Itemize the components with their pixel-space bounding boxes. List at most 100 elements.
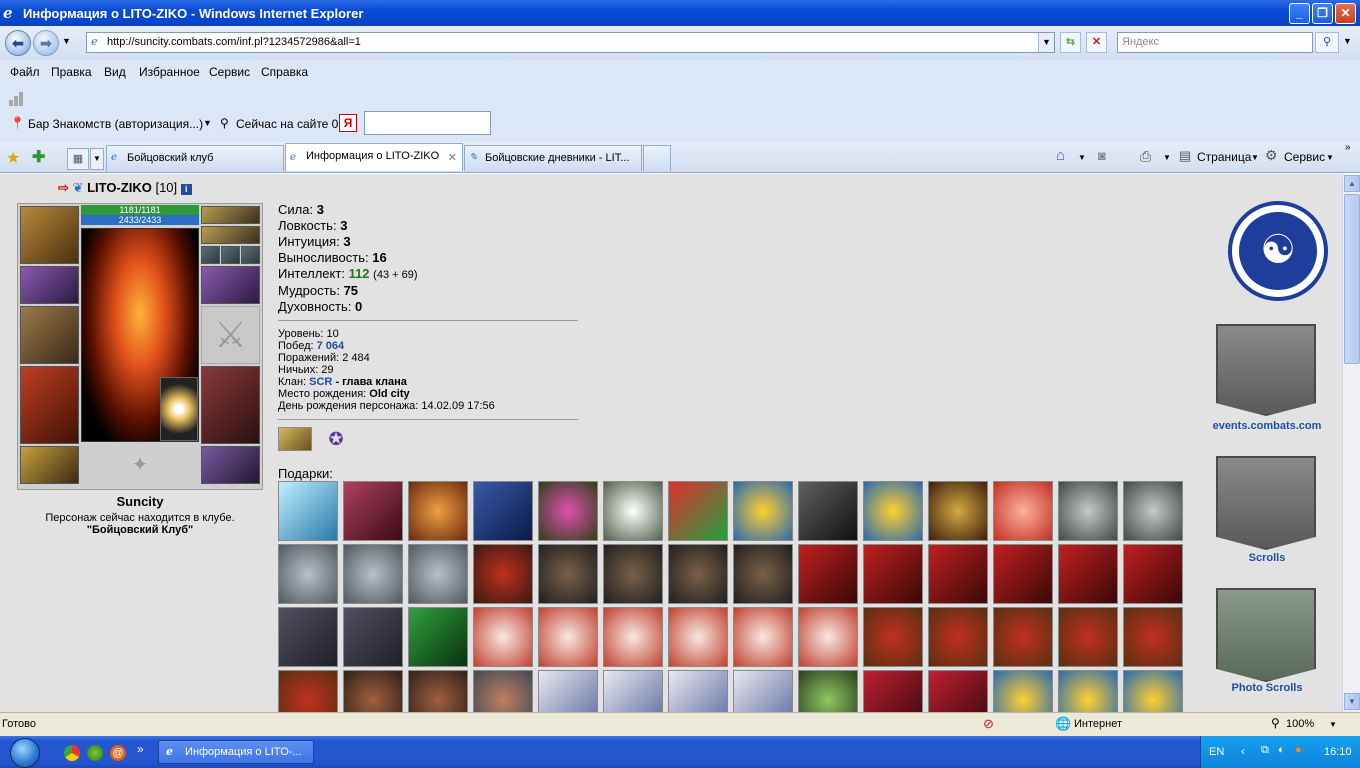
volume-icon[interactable]: ◐ — [1278, 744, 1285, 756]
search-input[interactable]: Яндекс — [1117, 32, 1313, 53]
character-avatar[interactable] — [81, 228, 199, 442]
history-dropdown-icon[interactable]: ▼ — [62, 36, 71, 46]
tab-fight-club[interactable]: e Бойцовский клуб — [106, 145, 284, 171]
necklace-slot[interactable] — [201, 226, 260, 244]
gift-item[interactable] — [733, 607, 793, 667]
print-icon[interactable]: ⎙ — [1140, 148, 1151, 165]
gift-item[interactable] — [668, 481, 728, 541]
vertical-scrollbar[interactable]: ▲ ▼ — [1342, 174, 1360, 712]
scroll-down-icon[interactable]: ▼ — [1344, 693, 1360, 710]
gift-item[interactable] — [733, 670, 793, 712]
gift-item[interactable] — [1058, 670, 1118, 712]
stop-icon[interactable]: ✕ — [1086, 32, 1107, 53]
shield-slot[interactable]: ⚔ — [201, 306, 260, 364]
taskbar-ie-window[interactable]: e Информация о LITO-... — [158, 740, 314, 764]
gift-item[interactable] — [1123, 481, 1183, 541]
gift-item[interactable] — [538, 481, 598, 541]
gift-item[interactable] — [473, 481, 533, 541]
gift-item[interactable] — [1123, 670, 1183, 712]
combats-logo[interactable]: ☯ — [1228, 201, 1328, 301]
tools-menu-button[interactable]: Сервис — [1284, 150, 1325, 164]
gift-item[interactable] — [408, 544, 468, 604]
menu-help[interactable]: Справка — [261, 65, 308, 79]
tab-close-icon[interactable]: ✕ — [448, 146, 457, 170]
tray-expand-icon[interactable]: ‹ — [1241, 744, 1245, 758]
gift-item[interactable] — [408, 481, 468, 541]
dating-bar-dropdown-icon[interactable]: ▼ — [203, 118, 212, 128]
forward-button[interactable]: ➡ — [33, 30, 59, 56]
gift-item[interactable] — [343, 544, 403, 604]
menu-view[interactable]: Вид — [104, 65, 126, 79]
start-button[interactable] — [10, 738, 40, 768]
chrome-icon[interactable] — [64, 745, 80, 761]
icq-icon[interactable] — [87, 745, 103, 761]
tab-info-lito-ziko[interactable]: e Информация о LITO-ZIKO ✕ — [285, 143, 463, 171]
close-window-button[interactable]: ✕ — [1335, 3, 1356, 24]
gift-item[interactable] — [538, 544, 598, 604]
address-bar[interactable]: e http://suncity.combats.com/inf.pl?1234… — [86, 32, 1055, 53]
info-icon[interactable]: i — [180, 184, 192, 195]
gift-item[interactable] — [538, 607, 598, 667]
zoom-level[interactable]: 100% — [1286, 718, 1314, 730]
gift-item[interactable] — [538, 670, 598, 712]
gift-item[interactable] — [798, 544, 858, 604]
gift-item[interactable] — [1058, 481, 1118, 541]
gift-item[interactable] — [1123, 544, 1183, 604]
gift-item[interactable] — [603, 607, 663, 667]
menu-edit[interactable]: Правка — [51, 65, 92, 79]
weapon-slot[interactable] — [20, 306, 79, 364]
gift-item[interactable] — [668, 607, 728, 667]
arrow-right-icon[interactable]: ⇨ — [58, 180, 69, 195]
gift-item[interactable] — [603, 544, 663, 604]
scroll-up-icon[interactable]: ▲ — [1344, 175, 1360, 192]
legs-slot[interactable] — [201, 366, 260, 444]
network-icon[interactable]: ⧉ — [1261, 744, 1269, 757]
yandex-icon[interactable]: Я — [339, 114, 357, 132]
home-icon[interactable]: ⌂ — [1056, 147, 1065, 164]
dating-bar-button[interactable]: Бар Знакомств (авторизация...) — [28, 117, 203, 131]
gift-item[interactable] — [603, 670, 663, 712]
gift-item[interactable] — [928, 670, 988, 712]
armor-slot[interactable] — [20, 366, 79, 444]
page-menu-dropdown-icon[interactable]: ▼ — [1251, 153, 1259, 162]
gift-item[interactable] — [928, 481, 988, 541]
gift-item[interactable] — [928, 607, 988, 667]
gift-item[interactable] — [993, 670, 1053, 712]
tools-menu-dropdown-icon[interactable]: ▼ — [1326, 153, 1334, 162]
events-link[interactable]: events.combats.com — [1202, 420, 1332, 432]
gift-item[interactable] — [408, 670, 468, 712]
refresh-icon[interactable]: ⇆ — [1060, 32, 1081, 53]
gift-item[interactable] — [993, 544, 1053, 604]
photo-scrolls-banner[interactable]: Photo Scrolls — [1216, 588, 1318, 694]
mail-agent-icon[interactable]: @ — [110, 745, 126, 761]
home-dropdown-icon[interactable]: ▼ — [1078, 153, 1086, 162]
search-dropdown-icon[interactable]: ▼ — [1343, 36, 1352, 46]
address-dropdown-icon[interactable]: ▼ — [1038, 33, 1054, 52]
scroll-thumb[interactable] — [1344, 194, 1360, 364]
gift-item[interactable] — [408, 607, 468, 667]
gift-item[interactable] — [473, 607, 533, 667]
gift-item[interactable] — [863, 670, 923, 712]
print-dropdown-icon[interactable]: ▼ — [1163, 153, 1171, 162]
gift-item[interactable] — [863, 607, 923, 667]
gift-item[interactable] — [993, 607, 1053, 667]
maximize-button[interactable]: ❐ — [1312, 3, 1333, 24]
menu-file[interactable]: Файл — [10, 65, 40, 79]
gift-item[interactable] — [928, 544, 988, 604]
minimize-button[interactable]: _ — [1289, 3, 1310, 24]
photo-scrolls-link[interactable]: Photo Scrolls — [1202, 682, 1332, 694]
gift-item[interactable] — [278, 481, 338, 541]
gift-item[interactable] — [798, 670, 858, 712]
language-indicator[interactable]: EN — [1209, 746, 1224, 758]
belt-slot[interactable] — [20, 446, 79, 484]
gift-item[interactable] — [993, 481, 1053, 541]
menu-favorites[interactable]: Избранное — [139, 65, 200, 79]
online-count[interactable]: Сейчас на сайте 0 — [236, 117, 338, 131]
menu-tools[interactable]: Сервис — [209, 65, 250, 79]
chevron-more-icon[interactable]: » — [1345, 142, 1351, 153]
boots-slot[interactable] — [201, 446, 260, 484]
gift-item[interactable] — [278, 607, 338, 667]
events-banner[interactable]: events.combats.com — [1213, 324, 1321, 432]
gift-item[interactable] — [343, 607, 403, 667]
tray-app-icon[interactable]: ● — [1295, 744, 1302, 756]
